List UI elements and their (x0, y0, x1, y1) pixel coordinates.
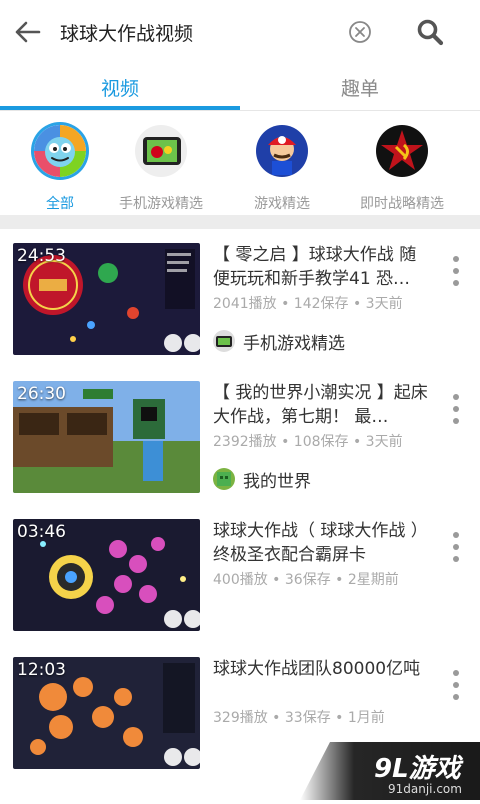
video-title[interactable]: 【 我的世界小潮实况 】起床大作战，第七期！ 最… (213, 381, 431, 429)
arrow-left-icon (15, 21, 41, 43)
video-item[interactable]: 24:53 【 零之启 】球球大作战 随便玩玩和新手教学41 恐… 2041播放… (0, 229, 480, 367)
channel-avatar (213, 330, 235, 352)
more-options-button[interactable] (446, 667, 466, 703)
mobile-game-icon (135, 125, 187, 177)
section-divider (0, 215, 480, 229)
site-watermark: 9L游戏 91danji.com (300, 742, 480, 800)
more-options-button[interactable] (446, 253, 466, 289)
category-rts-picks[interactable]: 即时战略精选 (342, 125, 462, 215)
channel-avatar (213, 468, 235, 490)
clear-search-button[interactable] (346, 18, 374, 46)
rts-emblem-icon (376, 125, 428, 177)
category-game-picks[interactable]: 游戏精选 (222, 125, 342, 215)
tab-playlists-label: 趣单 (340, 78, 379, 100)
tab-playlists[interactable]: 趣单 (240, 64, 480, 111)
category-mobile-games[interactable]: 手机游戏精选 (100, 125, 222, 215)
video-duration: 03:46 (17, 522, 66, 542)
video-thumbnail[interactable]: 24:53 (13, 243, 200, 355)
category-filter: 全部 手机游戏精选 游戏精选 即时战略精选 (0, 111, 480, 215)
video-duration: 24:53 (17, 246, 66, 266)
category-label: 游戏精选 (254, 196, 310, 212)
video-duration: 26:30 (17, 384, 66, 404)
search-input[interactable] (60, 16, 330, 48)
video-item[interactable]: 26:30 【 我的世界小潮实况 】起床大作战，第七期！ 最… 2392播放 •… (0, 367, 480, 505)
circle-x-icon (349, 21, 371, 43)
tab-videos[interactable]: 视频 (0, 64, 240, 111)
all-category-icon (34, 125, 86, 177)
video-thumbnail[interactable]: 03:46 (13, 519, 200, 631)
watermark-url: 91danji.com (388, 782, 462, 796)
category-label: 手机游戏精选 (119, 196, 203, 212)
channel-name: 手机游戏精选 (243, 333, 345, 354)
category-label: 即时战略精选 (360, 196, 444, 212)
video-thumbnail[interactable]: 26:30 (13, 381, 200, 493)
more-options-button[interactable] (446, 529, 466, 565)
back-button[interactable] (10, 14, 46, 50)
video-item[interactable]: 03:46 球球大作战（ 球球大作战 ）终极圣衣配合霸屏卡 400播放 • 36… (0, 505, 480, 643)
video-title[interactable]: 球球大作战团队80000亿吨 (213, 657, 431, 681)
video-title[interactable]: 球球大作战（ 球球大作战 ）终极圣衣配合霸屏卡 (213, 519, 431, 567)
channel-link[interactable]: 手机游戏精选 (213, 329, 345, 354)
video-thumbnail[interactable]: 12:03 (13, 657, 200, 769)
video-title[interactable]: 【 零之启 】球球大作战 随便玩玩和新手教学41 恐… (213, 243, 431, 291)
channel-name: 我的世界 (243, 471, 311, 492)
mario-icon (256, 125, 308, 177)
video-list: 24:53 【 零之启 】球球大作战 随便玩玩和新手教学41 恐… 2041播放… (0, 229, 480, 800)
video-meta: 400播放 • 36保存 • 2星期前 (213, 572, 399, 588)
video-meta: 2041播放 • 142保存 • 3天前 (213, 296, 403, 312)
search-bar (0, 0, 480, 64)
more-options-button[interactable] (446, 391, 466, 427)
tab-videos-label: 视频 (100, 78, 139, 100)
search-button[interactable] (412, 14, 448, 50)
watermark-brand: 9L游戏 (374, 754, 461, 784)
video-duration: 12:03 (17, 660, 66, 680)
video-meta: 329播放 • 33保存 • 1月前 (213, 710, 385, 726)
video-meta: 2392播放 • 108保存 • 3天前 (213, 434, 403, 450)
magnifier-icon (417, 19, 444, 46)
channel-link[interactable]: 我的世界 (213, 467, 311, 492)
tab-bar: 视频 趣单 (0, 64, 480, 111)
